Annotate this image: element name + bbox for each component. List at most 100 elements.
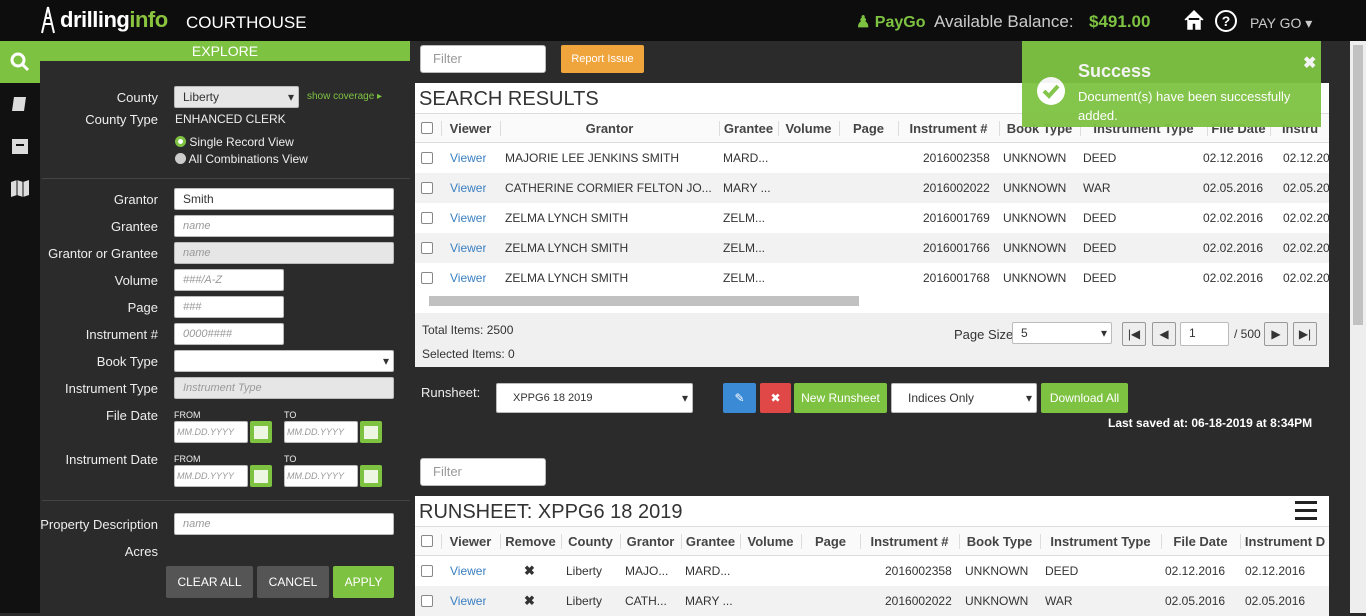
calendar-icon[interactable] — [250, 421, 272, 443]
calendar-icon[interactable] — [360, 421, 382, 443]
cancel-button[interactable]: CANCEL — [257, 566, 329, 598]
county-select[interactable]: Liberty — [174, 86, 299, 108]
single-record-radio[interactable]: Single Record View — [175, 135, 294, 149]
next-page-button[interactable]: ▶ — [1264, 322, 1288, 346]
viewer-link[interactable]: Viewer — [450, 181, 486, 195]
column-header[interactable]: Volume — [778, 121, 838, 136]
page-size-select[interactable]: 5 — [1012, 322, 1112, 344]
grantee-input[interactable]: name — [174, 215, 394, 237]
show-coverage-link[interactable]: show coverage ▸ — [307, 91, 382, 102]
column-header[interactable]: Instrument Type — [1040, 534, 1160, 549]
grantee-cell: ZELM... — [723, 241, 766, 255]
column-header[interactable]: County — [561, 534, 619, 549]
delete-runsheet-button[interactable]: ✖ — [760, 383, 791, 413]
viewer-link[interactable]: Viewer — [450, 271, 486, 285]
remove-icon[interactable]: ✖ — [524, 563, 535, 579]
viewer-link[interactable]: Viewer — [450, 151, 486, 165]
home-icon[interactable] — [1183, 9, 1205, 31]
new-runsheet-button[interactable]: New Runsheet — [794, 383, 887, 413]
row-checkbox[interactable] — [421, 152, 433, 164]
grantee-cell: MARD... — [685, 564, 731, 578]
column-header[interactable]: Page — [839, 121, 897, 136]
viewer-link[interactable]: Viewer — [450, 241, 486, 255]
radio-checked-icon — [175, 136, 186, 147]
row-checkbox[interactable] — [421, 595, 433, 607]
download-all-button[interactable]: Download All — [1041, 383, 1128, 413]
indices-select[interactable]: Indices Only — [891, 383, 1037, 413]
instr-date-from-input[interactable]: MM.DD.YYYY — [174, 465, 248, 487]
file-date-from-input[interactable]: MM.DD.YYYY — [174, 421, 248, 443]
grantee-cell: ZELM... — [723, 211, 766, 225]
column-header[interactable]: Instrument # — [898, 121, 998, 136]
row-checkbox[interactable] — [421, 242, 433, 254]
column-header[interactable]: Instrument D — [1240, 534, 1329, 549]
file-date-to-input[interactable]: MM.DD.YYYY — [284, 421, 358, 443]
runsheet-filter-input[interactable]: Filter — [420, 458, 546, 486]
row-checkbox[interactable] — [421, 272, 433, 284]
nav-search[interactable] — [0, 41, 40, 83]
grantor-cell: MAJO... — [625, 564, 669, 578]
row-checkbox[interactable] — [421, 182, 433, 194]
page-scrollbar[interactable] — [1350, 41, 1366, 613]
column-header[interactable]: Grantee — [719, 121, 777, 136]
book-type-select[interactable] — [174, 350, 394, 372]
column-header[interactable]: Volume — [740, 534, 800, 549]
runsheet-select-all-checkbox[interactable] — [421, 535, 433, 547]
nav-books[interactable] — [0, 83, 40, 125]
column-header[interactable]: File Date — [1161, 534, 1239, 549]
column-header[interactable]: Instrument # — [860, 534, 958, 549]
viewer-link[interactable]: Viewer — [450, 211, 486, 225]
page-number-input[interactable]: 1 — [1180, 322, 1229, 346]
instrument-input[interactable]: 0000#### — [174, 323, 284, 345]
nav-map[interactable] — [0, 167, 40, 209]
column-header[interactable]: Grantor — [620, 534, 680, 549]
report-issue-button[interactable]: Report Issue — [561, 45, 644, 73]
instr-date-to-input[interactable]: MM.DD.YYYY — [284, 465, 358, 487]
horizontal-scrollbar[interactable] — [429, 296, 859, 306]
all-combinations-radio[interactable]: All Combinations View — [175, 152, 308, 166]
close-icon[interactable]: ✖ — [1303, 53, 1316, 73]
apply-button[interactable]: APPLY — [333, 566, 394, 598]
volume-input[interactable]: ###/A-Z — [174, 269, 284, 291]
grantor-grantee-input[interactable]: name — [174, 242, 394, 264]
prev-page-button[interactable]: ◀ — [1152, 322, 1176, 346]
column-header[interactable]: Viewer — [441, 121, 499, 136]
calendar-icon[interactable] — [250, 465, 272, 487]
help-icon[interactable]: ? — [1215, 10, 1237, 32]
paygo-menu[interactable]: PAY GO ▾ — [1250, 15, 1312, 32]
row-checkbox[interactable] — [421, 565, 433, 577]
instrument-label: Instrument # — [85, 327, 158, 342]
runsheet-select[interactable]: XPPG6 18 2019 — [496, 383, 693, 413]
column-header[interactable]: Book Type — [959, 534, 1039, 549]
edit-runsheet-button[interactable]: ✎ — [723, 383, 756, 413]
hamburger-menu-icon[interactable] — [1295, 498, 1317, 520]
divider — [42, 178, 410, 179]
page-input[interactable]: ### — [174, 296, 284, 318]
last-page-button[interactable]: ▶| — [1293, 322, 1317, 346]
column-header[interactable]: Grantor — [500, 121, 718, 136]
instrument-date-cell: 02.12.20 — [1283, 151, 1329, 165]
grantor-input[interactable]: Smith — [174, 188, 394, 210]
column-header[interactable]: Viewer — [441, 534, 499, 549]
column-header[interactable]: Remove — [500, 534, 560, 549]
viewer-link[interactable]: Viewer — [450, 594, 486, 608]
grantor-cell: ZELMA LYNCH SMITH — [505, 211, 629, 225]
viewer-link[interactable]: Viewer — [450, 564, 486, 578]
row-checkbox[interactable] — [421, 212, 433, 224]
select-all-checkbox[interactable] — [421, 122, 433, 134]
close-icon: ✖ — [770, 391, 781, 405]
column-header[interactable]: Page — [801, 534, 859, 549]
property-description-input[interactable]: name — [174, 513, 394, 535]
clear-all-button[interactable]: CLEAR ALL — [166, 566, 253, 598]
column-header[interactable]: Grantee — [681, 534, 739, 549]
toast-title: Success — [1078, 61, 1152, 81]
first-page-button[interactable]: |◀ — [1122, 322, 1146, 346]
remove-icon[interactable]: ✖ — [524, 593, 535, 609]
nav-archive[interactable] — [0, 125, 40, 167]
search-filter-input[interactable]: Filter — [420, 45, 546, 73]
instrument-date-cell: 02.05.2016 — [1245, 594, 1306, 608]
instrument-type-input[interactable]: Instrument Type — [174, 377, 394, 399]
instrument-date-cell: 02.05.20 — [1283, 181, 1329, 195]
calendar-icon[interactable] — [360, 465, 382, 487]
drillinginfo-logo[interactable]: drillinginfo — [40, 4, 168, 36]
